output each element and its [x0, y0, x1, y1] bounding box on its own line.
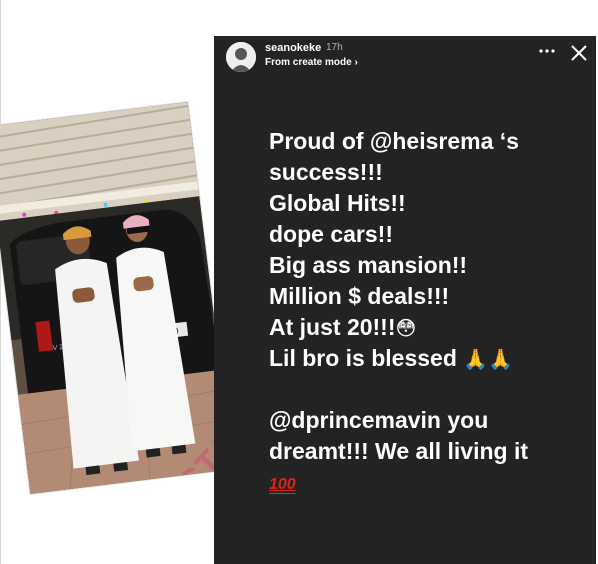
avatar[interactable] — [226, 42, 256, 72]
caption-line: success!!! — [269, 159, 383, 185]
more-icon[interactable] — [538, 42, 556, 60]
caption-line: Big ass mansion!! — [269, 252, 468, 278]
photo-scene: 950 V 250 — [0, 101, 233, 495]
create-mode-link[interactable]: From create mode › — [265, 57, 358, 68]
post-time: 17h — [326, 42, 343, 53]
caption-line: @dprincemavin you — [269, 407, 489, 433]
story-caption: Proud of @heisrema ‘s success!!! Global … — [269, 126, 589, 500]
caption-line: Proud of @heisrema ‘s — [269, 128, 519, 154]
caption-line: Global Hits!! — [269, 190, 406, 216]
caption-line: Million $ deals!!! — [269, 283, 450, 309]
page-border-line — [0, 0, 1, 564]
caption-line: dreamt!!! We all living it — [269, 438, 528, 464]
flushed-face-icon: 😳 — [395, 316, 417, 340]
caption-text: At just 20!!! — [269, 314, 396, 340]
avatar-image — [226, 42, 256, 72]
caption-line-with-emoji: Lil bro is blessed 🙏🙏 — [269, 343, 589, 374]
caption-text: Lil bro is blessed — [269, 345, 457, 371]
hundred-points-icon: 100 — [269, 476, 296, 493]
story-header: seanokeke 17h From create mode › — [214, 36, 596, 84]
caption-line: dope cars!! — [269, 221, 393, 247]
close-icon[interactable] — [570, 44, 588, 62]
story-panel: seanokeke 17h From create mode › Proud o… — [214, 36, 596, 564]
praying-hands-icon: 🙏🙏 — [463, 347, 514, 371]
username[interactable]: seanokeke — [265, 42, 321, 54]
post-photo: 950 V 250 INSTABLOG9JA — [0, 101, 233, 495]
caption-line-with-emoji: At just 20!!!😳 — [269, 312, 589, 343]
